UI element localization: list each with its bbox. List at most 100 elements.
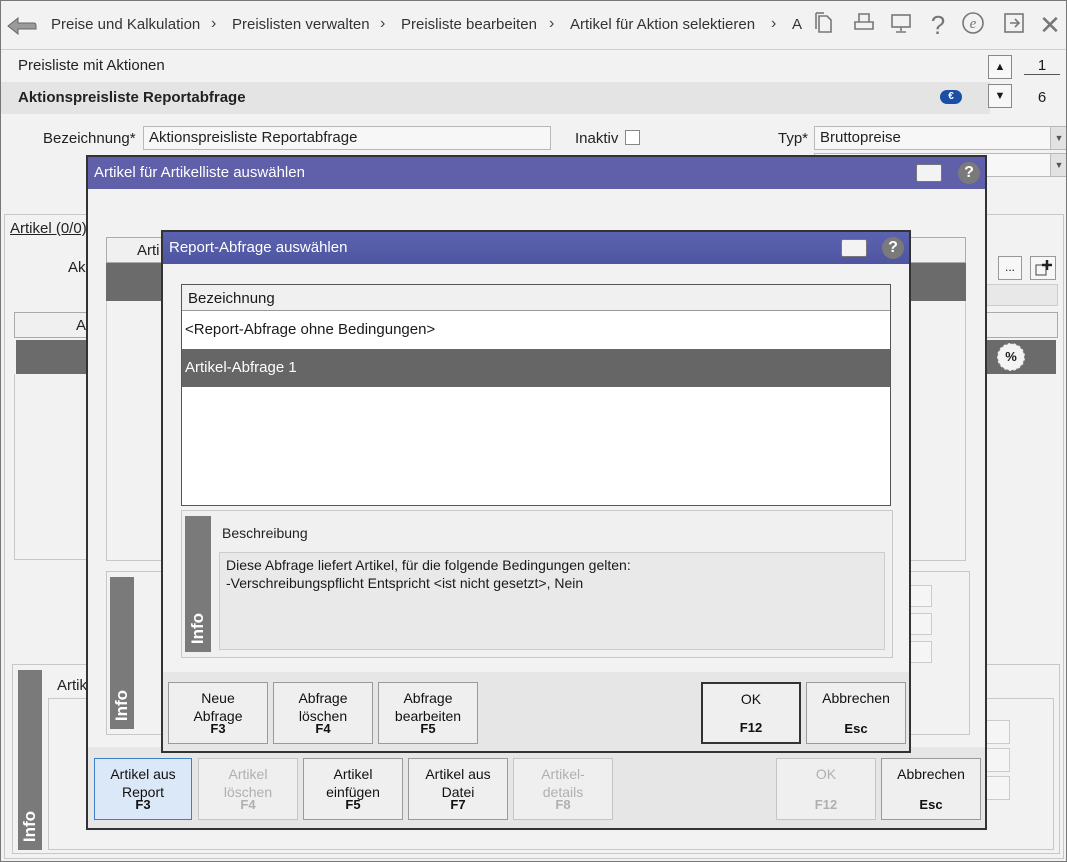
inner-help-icon[interactable]: ?	[882, 237, 904, 259]
bezeichnung-label: Bezeichnung*	[43, 130, 136, 147]
outer-help-icon[interactable]: ?	[958, 162, 980, 184]
breadcrumb-bar: Preise und Kalkulation › Preislisten ver…	[0, 0, 1067, 50]
breadcrumb-separator: ›	[211, 15, 217, 32]
artikel-aus-report-key: F3	[135, 797, 151, 812]
artikel-details-button[interactable]: Artikel-details F8	[513, 758, 613, 820]
artik-label: Artik	[57, 677, 87, 694]
section-title: Preisliste mit Aktionen	[18, 57, 165, 74]
breadcrumb-separator: ›	[771, 15, 777, 32]
close-icon[interactable]: ✕	[1036, 11, 1064, 39]
record-title: Aktionspreisliste Reportabfrage	[18, 89, 246, 106]
list-item[interactable]: <Report-Abfrage ohne Bedingungen>	[182, 311, 890, 349]
side-field-1[interactable]	[986, 720, 1010, 744]
help-icon[interactable]: ?	[924, 11, 952, 39]
info-label: Info	[20, 810, 39, 842]
outer-side-field-3[interactable]	[910, 641, 932, 663]
breadcrumb-item-2[interactable]: Preislisten verwalten	[232, 16, 370, 33]
outer-dialog-title: Artikel für Artikelliste auswählen	[94, 164, 305, 181]
record-down-button[interactable]: ▼	[988, 84, 1012, 108]
add-icon[interactable]	[1030, 256, 1056, 280]
abfrage-loeschen-key: F4	[315, 721, 331, 736]
inner-expand-icon[interactable]	[841, 239, 867, 257]
inner-ok-label: OK	[740, 691, 762, 707]
artikel-einfuegen-button[interactable]: Artikel einfügen F5	[303, 758, 403, 820]
beschreibung-label: Beschreibung	[222, 525, 308, 541]
inner-ok-button[interactable]: OK F12	[701, 682, 801, 744]
side-field-3[interactable]	[986, 776, 1010, 800]
neue-abfrage-key: F3	[210, 721, 226, 736]
inner-ok-key: F12	[739, 720, 763, 735]
abfrage-bearbeiten-button[interactable]: Abfrage bearbeiten F5	[378, 682, 478, 744]
artikel-loeschen-button[interactable]: Artikel löschen F4	[198, 758, 298, 820]
typ-dropdown-icon[interactable]: ▼	[1050, 127, 1067, 149]
artikel-aus-datei-button[interactable]: Artikel aus Datei F7	[408, 758, 508, 820]
inaktiv-label: Inaktiv	[575, 130, 619, 147]
description-text: Diese Abfrage liefert Artikel, für die f…	[219, 552, 885, 650]
breadcrumb-item-4[interactable]: Artikel für Aktion selektieren	[570, 16, 755, 33]
euro-icon: €	[940, 90, 962, 104]
monitor-icon[interactable]	[887, 11, 915, 39]
ak-label: Ak	[68, 259, 86, 276]
inner-cancel-button[interactable]: Abbrechen Esc	[806, 682, 906, 744]
inaktiv-checkbox[interactable]	[625, 130, 640, 145]
outer-cancel-label: Abbrechen	[897, 766, 965, 782]
breadcrumb-separator: ›	[549, 15, 555, 32]
outer-info-label: Info	[112, 689, 131, 721]
document-icon[interactable]	[810, 11, 838, 39]
list-item-selected[interactable]: Artikel-Abfrage 1	[182, 349, 890, 387]
inner-cancel-label: Abbrechen	[822, 690, 890, 706]
exit-icon[interactable]	[1000, 11, 1028, 39]
breadcrumb-item-3[interactable]: Preisliste bearbeiten	[401, 16, 537, 33]
outer-info-strip: Info	[110, 577, 134, 729]
inner-info-strip: Info	[185, 516, 211, 652]
artikel-aus-datei-key: F7	[450, 797, 466, 812]
abfrage-list: Bezeichnung <Report-Abfrage ohne Bedingu…	[181, 284, 891, 506]
list-header[interactable]: Bezeichnung	[182, 285, 890, 311]
outer-dialog-title-bar: Artikel für Artikelliste auswählen	[88, 157, 985, 189]
percent-icon[interactable]: %	[997, 343, 1025, 371]
outer-cancel-button[interactable]: Abbrechen Esc	[881, 758, 981, 820]
print-icon[interactable]	[850, 11, 878, 39]
typ-label: Typ*	[778, 130, 809, 147]
record-counter-top: 1	[1024, 57, 1060, 75]
artikel-einfuegen-key: F5	[345, 797, 361, 812]
inner-dialog-title: Report-Abfrage auswählen	[169, 239, 348, 256]
breadcrumb-separator: ›	[380, 15, 386, 32]
inner-cancel-key: Esc	[844, 721, 868, 736]
artikel-loeschen-key: F4	[240, 797, 256, 812]
filter-field[interactable]	[986, 284, 1058, 306]
secondary-dropdown-icon[interactable]: ▼	[1050, 154, 1067, 176]
inner-dialog-title-bar: Report-Abfrage auswählen	[163, 232, 909, 264]
info-strip: Info	[18, 670, 42, 850]
outer-ok-key: F12	[814, 797, 838, 812]
report-abfrage-dialog: Report-Abfrage auswählen ? Bezeichnung <…	[161, 230, 911, 753]
back-icon[interactable]	[6, 12, 38, 38]
outer-ok-button[interactable]: OK F12	[776, 758, 876, 820]
side-field-2[interactable]	[986, 748, 1010, 772]
e-icon[interactable]: e	[959, 11, 987, 39]
tab-artikel[interactable]: Artikel (0/0)	[10, 220, 87, 237]
typ-select[interactable]: Bruttopreise	[814, 126, 1067, 150]
outer-expand-icon[interactable]	[916, 164, 942, 182]
description-line-1: Diese Abfrage liefert Artikel, für die f…	[226, 557, 631, 573]
breadcrumb-item-1[interactable]: Preise und Kalkulation	[51, 16, 200, 33]
neue-abfrage-button[interactable]: Neue Abfrage F3	[168, 682, 268, 744]
abfrage-bearbeiten-key: F5	[420, 721, 436, 736]
record-up-button[interactable]: ▲	[988, 55, 1012, 79]
artikel-details-key: F8	[555, 797, 571, 812]
abfrage-loeschen-button[interactable]: Abfrage löschen F4	[273, 682, 373, 744]
column-a-header[interactable]: A	[76, 317, 86, 334]
svg-text:e: e	[970, 16, 977, 32]
artikel-aus-report-button[interactable]: Artikel aus Report F3	[94, 758, 192, 820]
inner-info-label: Info	[188, 612, 207, 644]
outer-col-header[interactable]: Arti	[137, 242, 160, 259]
more-button[interactable]: ...	[998, 256, 1022, 280]
outer-ok-label: OK	[815, 766, 837, 782]
bezeichnung-field[interactable]: Aktionspreisliste Reportabfrage	[143, 126, 551, 150]
outer-cancel-key: Esc	[919, 797, 943, 812]
description-line-2: -Verschreibungspflicht Entspricht <ist n…	[226, 575, 584, 591]
breadcrumb-item-5[interactable]: A	[792, 16, 804, 33]
outer-side-field-2[interactable]	[910, 613, 932, 635]
record-counter-bottom: 6	[1037, 89, 1047, 106]
outer-side-field-1[interactable]	[910, 585, 932, 607]
